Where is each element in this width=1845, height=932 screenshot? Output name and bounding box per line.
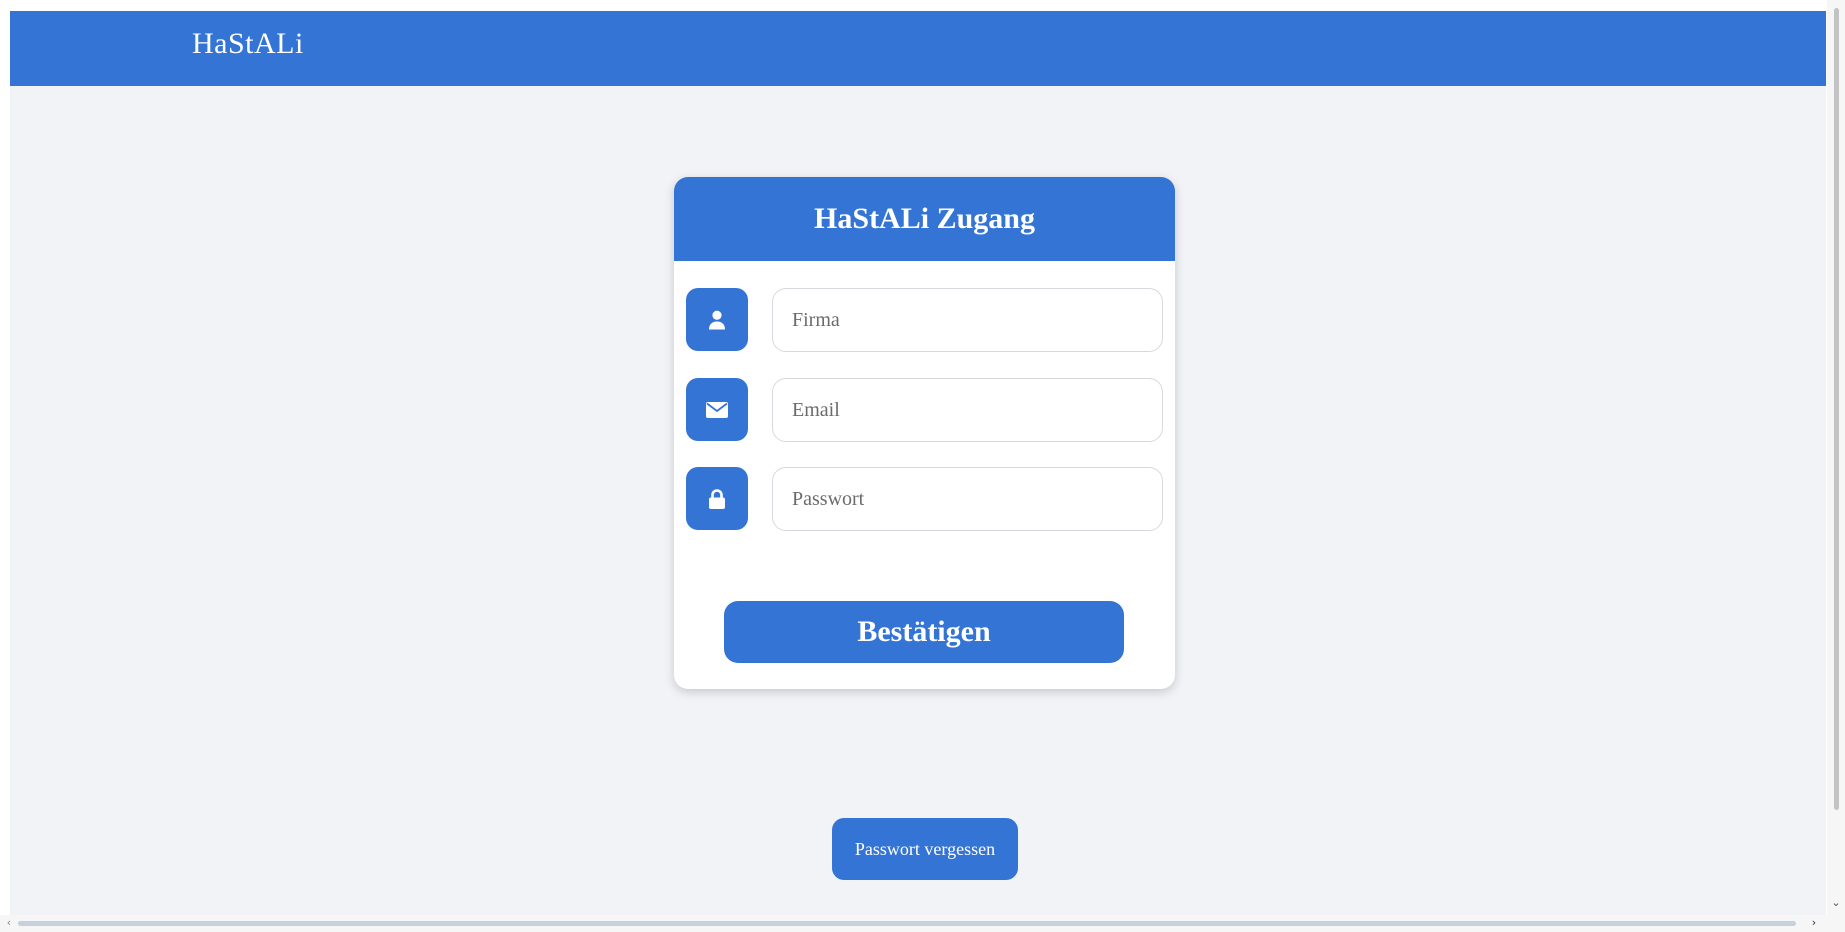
passwort-input[interactable] xyxy=(772,467,1163,531)
brand-link[interactable]: HaStALi xyxy=(192,27,304,61)
firma-field-row xyxy=(686,288,1164,352)
passwort-field-row xyxy=(686,467,1164,531)
user-icon xyxy=(686,288,748,351)
scroll-right-arrow-icon[interactable]: › xyxy=(1808,917,1820,929)
scrollbar-corner xyxy=(1827,915,1845,932)
submit-button[interactable]: Bestätigen xyxy=(724,601,1124,663)
envelope-icon xyxy=(686,378,748,441)
browser-viewport: HaStALi HaStALi Zugang Firma Email Bestä… xyxy=(0,0,1845,932)
vertical-scrollbar[interactable]: ⌄ xyxy=(1827,0,1845,915)
forgot-password-button[interactable]: Passwort vergessen xyxy=(832,818,1018,880)
lock-icon xyxy=(686,467,748,530)
login-card-header: HaStALi Zugang xyxy=(674,177,1175,261)
scroll-left-arrow-icon[interactable]: ‹ xyxy=(3,917,15,929)
email-field-row xyxy=(686,378,1164,442)
horizontal-scrollbar[interactable]: ‹ › xyxy=(0,915,1827,932)
email-input[interactable] xyxy=(772,378,1163,442)
scroll-down-arrow-icon[interactable]: ⌄ xyxy=(1830,897,1842,909)
page: HaStALi HaStALi Zugang Firma Email Bestä… xyxy=(10,11,1826,915)
login-card: HaStALi Zugang Firma Email Bestätigen xyxy=(674,177,1175,689)
vertical-scrollbar-thumb[interactable] xyxy=(1834,8,1839,810)
navbar: HaStALi xyxy=(10,11,1826,86)
horizontal-scrollbar-thumb[interactable] xyxy=(18,921,1796,926)
firma-input[interactable] xyxy=(772,288,1163,352)
login-card-title: HaStALi Zugang xyxy=(814,202,1035,235)
